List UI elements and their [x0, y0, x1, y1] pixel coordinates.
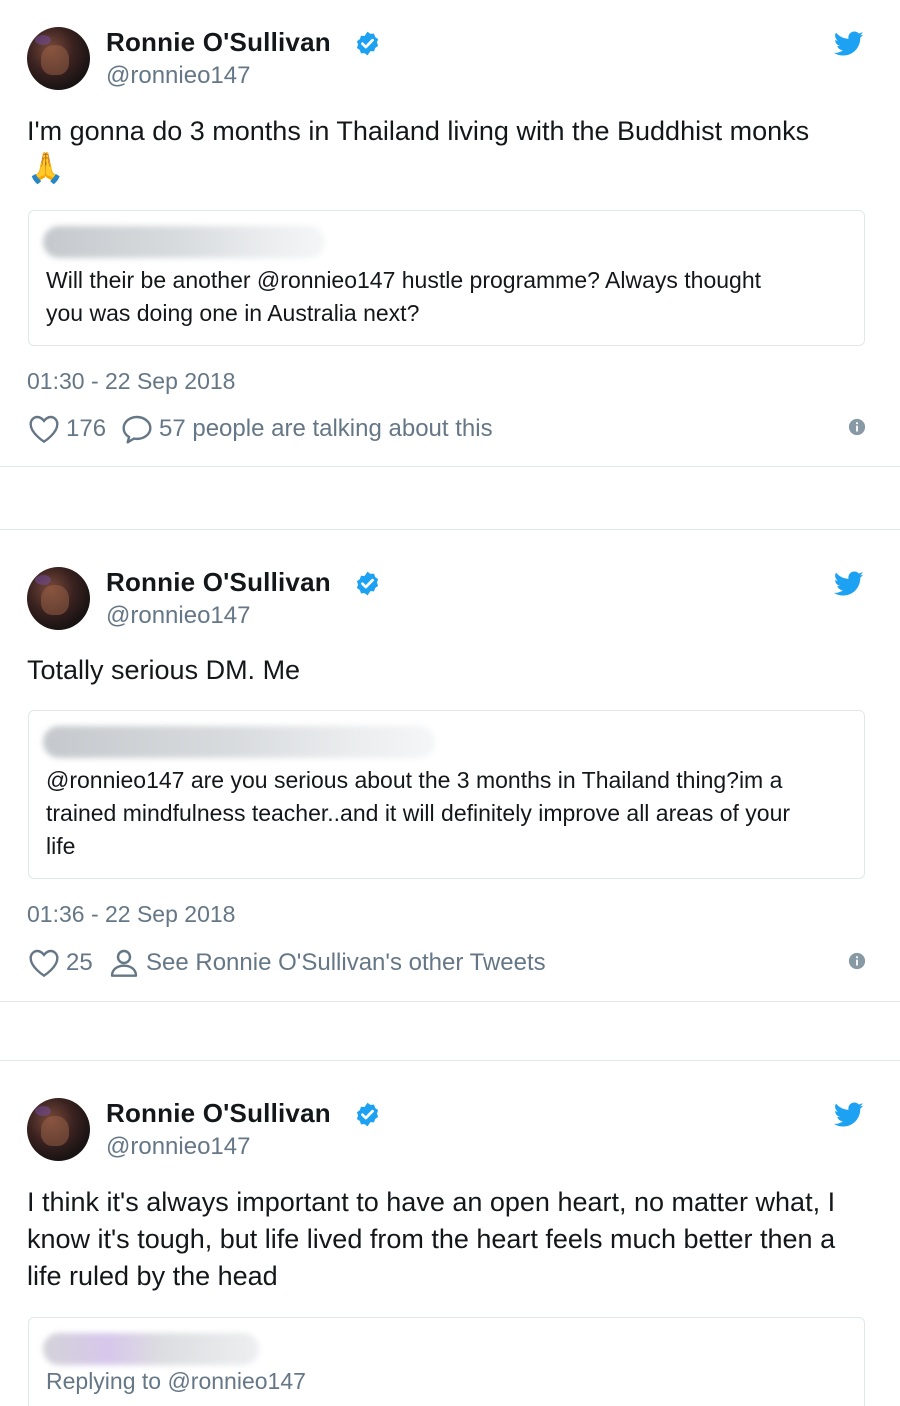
twitter-bird-icon[interactable]: [834, 571, 864, 597]
person-icon: [110, 949, 138, 977]
tweet-timestamp[interactable]: 01:30 - 22 Sep 2018: [27, 368, 235, 395]
other-tweets-action[interactable]: See Ronnie O'Sullivan's other Tweets: [108, 948, 546, 978]
verified-badge-icon: [356, 31, 379, 56]
replying-to-label[interactable]: Replying to @ronnieo147: [46, 1368, 306, 1395]
tweet-card[interactable]: Ronnie O'Sullivan @ronnieo147 Totally se…: [0, 529, 900, 1002]
quoted-tweet[interactable]: Replying to @ronnieo147: [28, 1317, 865, 1406]
avatar[interactable]: [27, 27, 90, 90]
info-icon[interactable]: [848, 952, 866, 970]
author-handle[interactable]: @ronnieo147: [106, 62, 250, 90]
avatar[interactable]: [27, 567, 90, 630]
tweet-card[interactable]: Ronnie O'Sullivan @ronnieo147 I'm gonna …: [0, 0, 900, 467]
avatar[interactable]: [27, 1098, 90, 1161]
blurred-quoted-author: [43, 1333, 259, 1365]
heart-icon: [29, 949, 59, 978]
quoted-text-line: @ronnieo147 are you serious about the 3 …: [46, 767, 783, 793]
tweet-text-line: life ruled by the head: [27, 1261, 278, 1291]
heart-icon: [29, 415, 59, 444]
author-handle[interactable]: @ronnieo147: [106, 602, 250, 630]
tweet-text-line: Totally serious DM. Me: [27, 655, 301, 685]
tweet-actions: 176 57 people are talking about this: [28, 414, 868, 444]
quoted-text-line: life: [46, 833, 76, 859]
blurred-quoted-author: [43, 226, 325, 258]
verified-badge-icon: [356, 1102, 379, 1127]
tweet-text: Totally serious DM. Me: [27, 652, 877, 689]
quoted-tweet-text: Will their be another @ronnieo147 hustle…: [46, 264, 846, 330]
comment-icon: [122, 415, 152, 444]
twitter-bird-icon[interactable]: [834, 1102, 864, 1128]
twitter-bird-icon[interactable]: [834, 31, 864, 57]
folded-hands-emoji: 🙏: [27, 152, 65, 185]
tweet-timestamp[interactable]: 01:36 - 22 Sep 2018: [27, 901, 235, 928]
like-count: 176: [66, 415, 107, 442]
author-name[interactable]: Ronnie O'Sullivan: [106, 567, 331, 598]
like-action[interactable]: 25: [28, 948, 93, 978]
quoted-text-line: you was doing one in Australia next?: [46, 300, 420, 326]
author-name[interactable]: Ronnie O'Sullivan: [106, 27, 331, 58]
tweet-text: I'm gonna do 3 months in Thailand living…: [27, 113, 877, 188]
other-tweets-label: See Ronnie O'Sullivan's other Tweets: [146, 949, 546, 976]
quoted-tweet-text: @ronnieo147 are you serious about the 3 …: [46, 764, 856, 863]
author-handle[interactable]: @ronnieo147: [106, 1133, 250, 1161]
tweet-text-line: I'm gonna do 3 months in Thailand living…: [27, 116, 810, 146]
conversation-label: 57 people are talking about this: [159, 415, 493, 442]
quoted-text-line: trained mindfulness teacher..and it will…: [46, 800, 791, 826]
quoted-text-line: Will their be another @ronnieo147 hustle…: [46, 267, 762, 293]
like-action[interactable]: 176: [28, 414, 106, 444]
verified-badge-icon: [356, 571, 379, 596]
quoted-tweet[interactable]: @ronnieo147 are you serious about the 3 …: [28, 710, 865, 879]
conversation-action[interactable]: 57 people are talking about this: [121, 414, 493, 444]
info-icon[interactable]: [848, 418, 866, 436]
blurred-quoted-author: [43, 726, 435, 758]
tweet-actions: 25 See Ronnie O'Sullivan's other Tweets: [28, 948, 868, 978]
tweet-text-line: know it's tough, but life lived from the…: [27, 1224, 836, 1254]
like-count: 25: [66, 949, 93, 976]
tweet-card[interactable]: Ronnie O'Sullivan @ronnieo147 I think it…: [0, 1060, 900, 1406]
tweet-text: I think it's always important to have an…: [27, 1184, 877, 1295]
author-name[interactable]: Ronnie O'Sullivan: [106, 1098, 331, 1129]
tweet-text-line: I think it's always important to have an…: [27, 1187, 836, 1217]
quoted-tweet[interactable]: Will their be another @ronnieo147 hustle…: [28, 210, 865, 346]
